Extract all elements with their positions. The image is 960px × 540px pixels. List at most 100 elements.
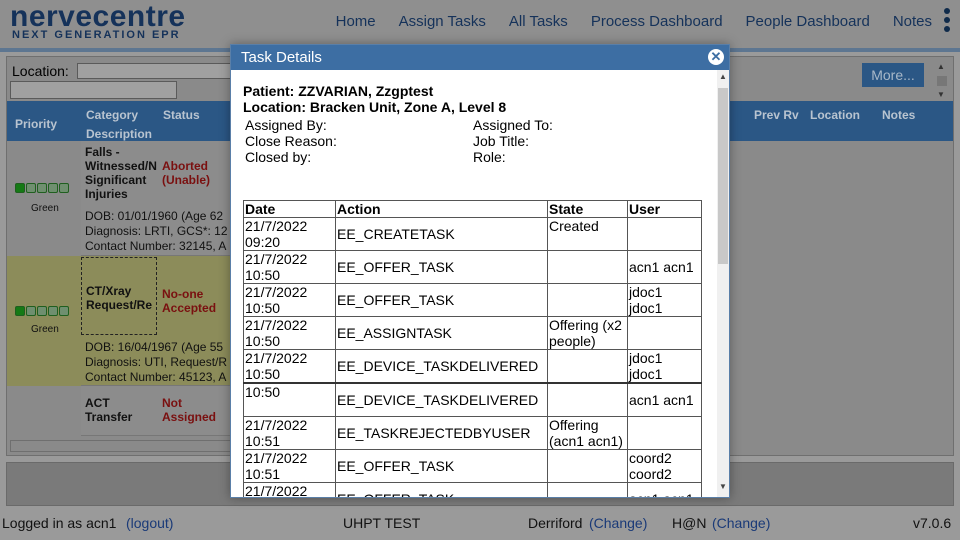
history-action: EE_DEVICE_TASKDELIVERED <box>335 349 548 384</box>
patient-name: Patient: ZZVARIAN, Zzgptest <box>243 83 434 99</box>
history-action: EE_OFFER_TASK <box>335 250 548 284</box>
patient-diagnosis: Diagnosis: LRTI, GCS*: 12 <box>85 224 228 238</box>
history-date-line: 21/7/2022 <box>245 284 308 300</box>
nav-all-tasks[interactable]: All Tasks <box>509 13 568 30</box>
history-user: jdoc1 jdoc1 <box>627 283 702 317</box>
nav-home[interactable]: Home <box>336 13 376 30</box>
location-secondary-input[interactable] <box>10 81 177 99</box>
history-state-line: people) <box>549 333 596 349</box>
history-user-line: jdoc1 <box>629 350 663 366</box>
scroll-thumb[interactable] <box>718 88 728 264</box>
history-user <box>627 415 702 450</box>
change-location-link[interactable]: (Change) <box>589 515 647 531</box>
history-row: 21/7/2022 10:50 EE_OFFER_TASK acn1 acn1 <box>243 250 702 284</box>
scroll-down-icon[interactable]: ▼ <box>937 90 945 99</box>
history-user <box>627 316 702 350</box>
close-reason-label: Close Reason: <box>245 133 337 149</box>
history-user-line: jdoc1 <box>629 300 663 316</box>
assigned-to-label: Assigned To: <box>473 117 553 133</box>
logged-in-text: Logged in as acn1 <box>2 515 117 531</box>
col-category[interactable]: Category <box>86 108 138 122</box>
filter-scrollbar[interactable]: ▲ ▼ <box>935 62 949 100</box>
patient-contact: Contact Number: 45123, A <box>85 370 227 384</box>
patient-contact: Contact Number: 32145, A <box>85 239 227 253</box>
close-icon[interactable]: ✕ <box>708 49 724 65</box>
history-date: 21/7/2022 <box>243 481 336 498</box>
history-col-user: User <box>627 200 702 218</box>
scroll-up-icon[interactable]: ▲ <box>937 62 945 71</box>
task-category: ACT Transfer <box>85 396 133 424</box>
col-notes[interactable]: Notes <box>882 108 915 122</box>
col-prev-rv[interactable]: Prev Rv <box>754 108 799 122</box>
history-date-line: 21/7/2022 <box>245 416 308 433</box>
history-action: EE_ASSIGNTASK <box>335 316 548 350</box>
scroll-up-icon[interactable]: ▲ <box>719 72 727 81</box>
location-name: Derriford <box>528 515 583 531</box>
patient-dob: DOB: 16/04/1967 (Age 55 <box>85 340 224 354</box>
history-date-line: 21/7/2022 <box>245 482 308 498</box>
location-input[interactable] <box>77 63 237 79</box>
task-status: Aborted (Unable) <box>162 159 210 187</box>
history-user <box>627 217 702 251</box>
task-category: CT/Xray Request/Re <box>81 257 157 335</box>
nav-assign-tasks[interactable]: Assign Tasks <box>399 13 486 30</box>
priority-cell <box>7 386 81 436</box>
modal-titlebar: Task Details ✕ <box>231 45 729 70</box>
history-date-line: 21/7/2022 <box>245 317 308 333</box>
task-history-table: Date Action State User 21/7/2022 09:20 EE_… <box>243 200 702 497</box>
nav-people-dashboard[interactable]: People Dashboard <box>746 13 870 30</box>
history-date: 21/7/2022 10:50 <box>243 316 336 350</box>
history-user-line: coord2 <box>629 449 672 466</box>
col-priority[interactable]: Priority <box>15 117 57 131</box>
change-ward-link[interactable]: (Change) <box>712 515 770 531</box>
history-date: 10:50 <box>243 382 336 417</box>
history-date: 21/7/2022 10:50 <box>243 250 336 284</box>
task-category: Falls - Witnessed/N Significant Injuries <box>85 145 157 201</box>
history-state <box>547 250 628 284</box>
kebab-menu-icon[interactable] <box>944 8 950 34</box>
table-row[interactable]: Green Falls - Witnessed/N Significant In… <box>7 141 247 256</box>
job-title-label: Job Title: <box>473 133 530 149</box>
history-state: Offering (acn1 acn1) <box>547 415 628 450</box>
table-row[interactable]: Green CT/Xray Request/Re No-one Accepted… <box>7 256 247 386</box>
col-description[interactable]: Description <box>86 127 152 141</box>
history-user: acn1 acn1 <box>627 250 702 284</box>
modal-scrollbar[interactable]: ▲ ▼ <box>717 70 729 497</box>
history-date-line: 21/7/2022 <box>245 350 308 366</box>
more-button[interactable]: More... <box>862 63 924 87</box>
history-col-state: State <box>547 200 628 218</box>
task-details-modal: Task Details ✕ Patient: ZZVARIAN, Zzgpte… <box>230 44 730 498</box>
col-location[interactable]: Location <box>810 108 860 122</box>
priority-indicator-icon <box>15 306 69 316</box>
history-date-line: 09:20 <box>245 234 281 250</box>
history-user: acn1 acn1 <box>627 481 702 498</box>
history-row: 21/7/2022 10:51 EE_OFFER_TASK coord2 coord2 <box>243 448 702 483</box>
history-user-line: jdoc1 <box>629 366 663 382</box>
logo-subtitle: NEXT GENERATION EPR <box>12 29 181 41</box>
history-state: Created <box>547 217 628 251</box>
priority-cell: Green <box>7 256 81 386</box>
scroll-down-icon[interactable]: ▼ <box>719 482 727 491</box>
history-col-date: Date <box>243 200 336 218</box>
version-label: v7.0.6 <box>913 515 952 531</box>
nav-notes[interactable]: Notes <box>893 13 932 30</box>
history-user: coord2 coord2 <box>627 448 702 483</box>
history-user-line: acn1 acn1 <box>629 491 700 498</box>
history-row: 10:50 EE_DEVICE_TASKDELIVERED acn1 acn1 <box>243 382 702 417</box>
history-row: 21/7/2022 10:50 EE_ASSIGNTASK Offering (x2 p… <box>243 316 702 350</box>
history-state <box>547 382 628 417</box>
horizontal-scrollbar[interactable] <box>10 440 240 452</box>
nav-process-dashboard[interactable]: Process Dashboard <box>591 13 723 30</box>
history-user-line: jdoc1 <box>629 284 663 300</box>
history-date-line: 10:50 <box>245 384 281 400</box>
col-status[interactable]: Status <box>163 108 200 122</box>
history-date-line: 10:50 <box>245 366 281 382</box>
history-action: EE_OFFER_TASK <box>335 481 548 497</box>
table-row[interactable]: ACT Transfer Not Assigned <box>7 386 247 436</box>
history-header-row: Date Action State User <box>243 200 702 218</box>
history-state <box>547 481 628 497</box>
ward-name: H@N <box>672 515 707 531</box>
logout-link[interactable]: (logout) <box>126 515 173 531</box>
priority-cell: Green <box>7 141 81 256</box>
history-date-line: 10:50 <box>245 300 281 316</box>
